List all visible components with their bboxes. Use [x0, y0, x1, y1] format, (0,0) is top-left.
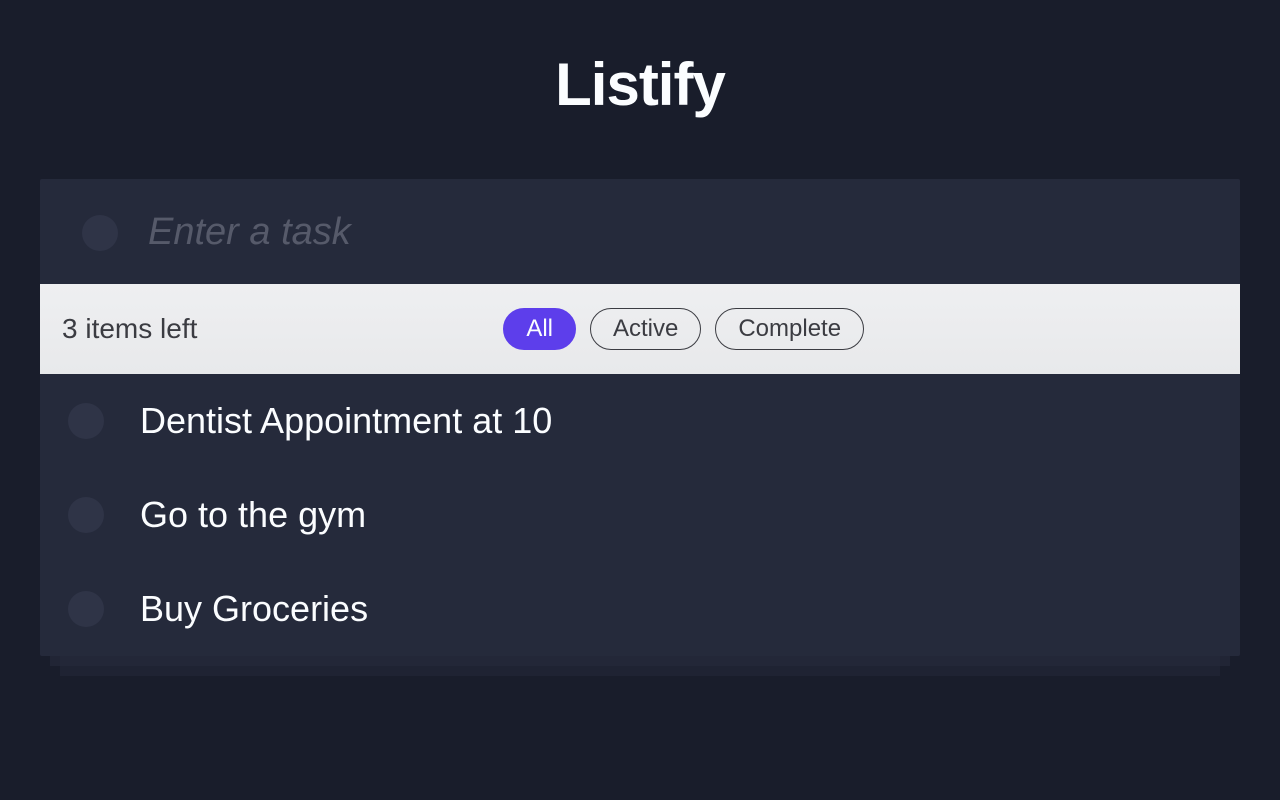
filter-active-button[interactable]: Active — [590, 308, 701, 350]
task-input[interactable] — [148, 211, 1212, 254]
filter-bar: 3 items left All Active Complete — [40, 284, 1240, 374]
task-text: Go to the gym — [140, 494, 366, 536]
task-item: Dentist Appointment at 10 — [40, 374, 1240, 468]
task-toggle-icon[interactable] — [68, 591, 104, 627]
task-toggle-icon[interactable] — [68, 403, 104, 439]
items-left-label: 3 items left — [62, 313, 197, 345]
input-bullet-icon — [82, 215, 118, 251]
task-input-row — [40, 179, 1240, 284]
filter-complete-button[interactable]: Complete — [715, 308, 864, 350]
filter-button-group: All Active Complete — [503, 308, 864, 350]
todo-card: 3 items left All Active Complete Dentist… — [40, 179, 1240, 656]
task-toggle-icon[interactable] — [68, 497, 104, 533]
task-text: Dentist Appointment at 10 — [140, 400, 552, 442]
task-text: Buy Groceries — [140, 588, 368, 630]
app-title: Listify — [40, 50, 1240, 119]
task-list: Dentist Appointment at 10 Go to the gym … — [40, 374, 1240, 656]
filter-all-button[interactable]: All — [503, 308, 576, 350]
task-item: Buy Groceries — [40, 562, 1240, 656]
task-item: Go to the gym — [40, 468, 1240, 562]
